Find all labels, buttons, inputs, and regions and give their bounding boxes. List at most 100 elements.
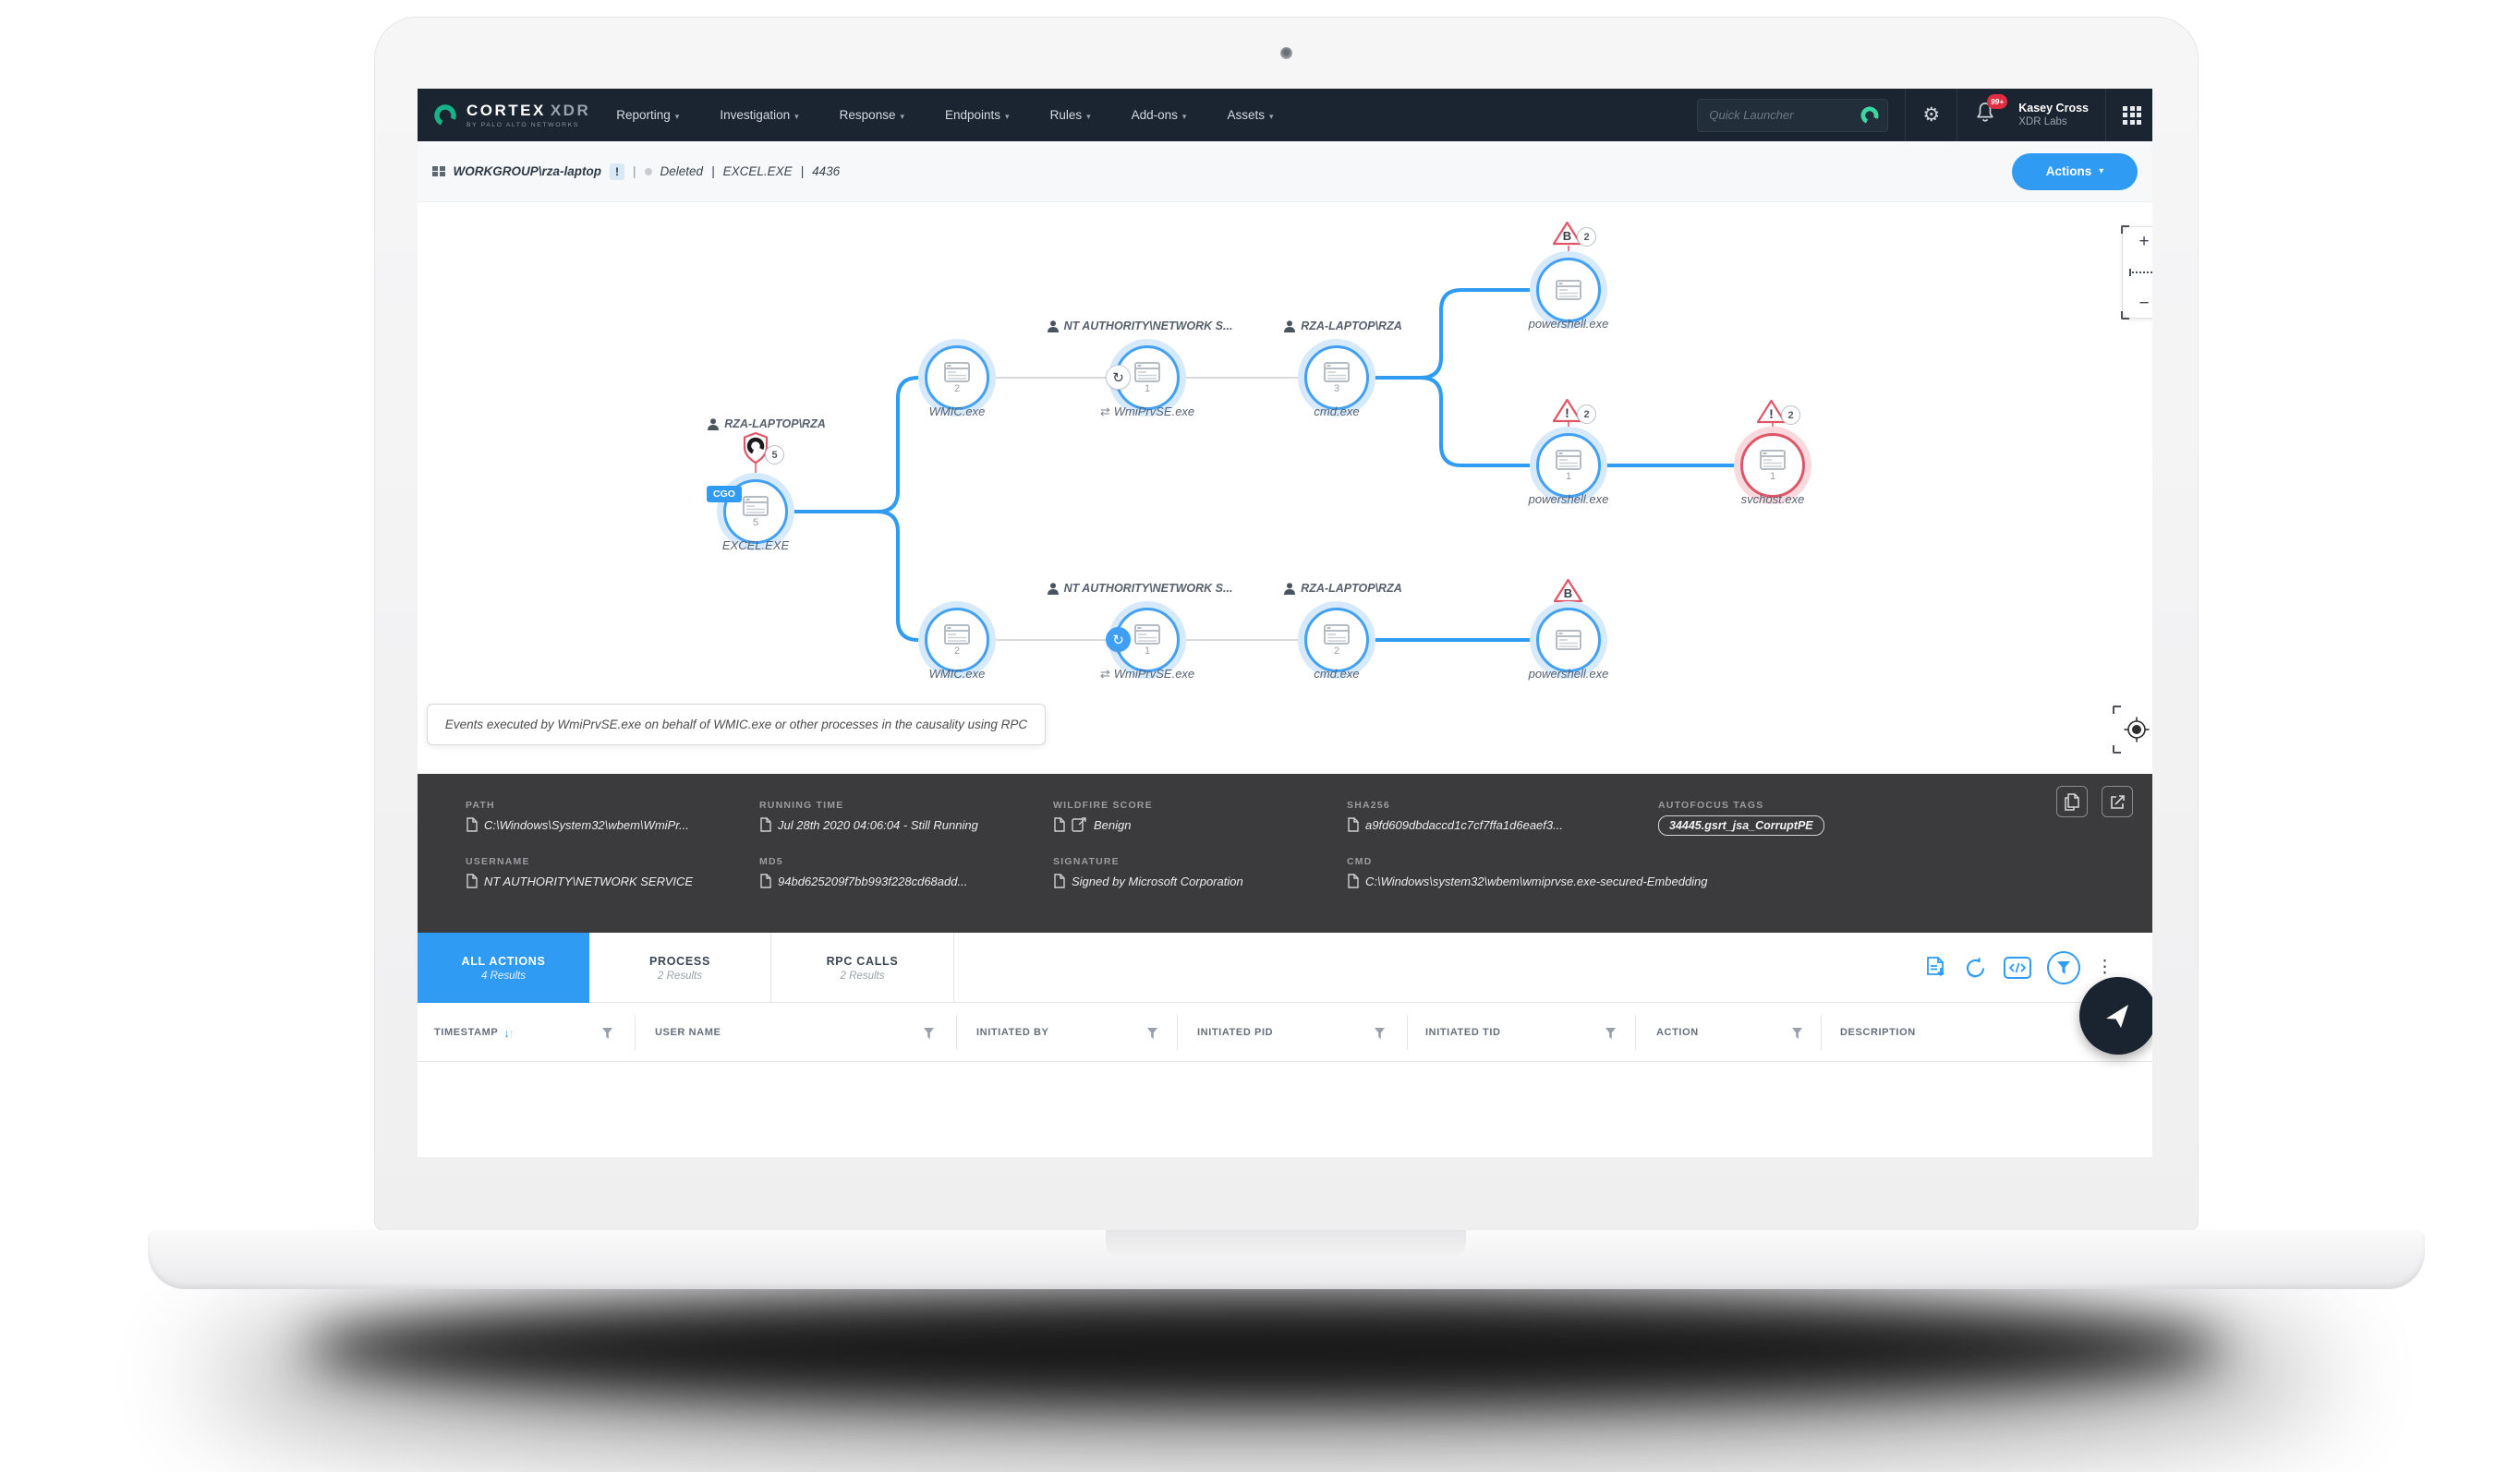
host-alert-badge[interactable]: ! (610, 163, 624, 180)
field-running-time: RUNNING TIME Jul 28th 2020 04:06:04 - St… (759, 800, 1053, 836)
more-options-icon[interactable]: ⋮ (2096, 963, 2114, 972)
filter-icon-initiated-by[interactable] (1147, 1028, 1157, 1039)
process-window-icon (1556, 450, 1581, 470)
process-window-icon (944, 624, 970, 645)
svg-text:!: ! (1769, 406, 1774, 421)
cortex-logo-icon (432, 103, 458, 128)
copy-icon[interactable] (1053, 817, 1065, 832)
filter-icon-initiated-pid[interactable] (1375, 1028, 1385, 1039)
zoom-in-button[interactable]: + (2138, 233, 2149, 250)
menu-item-rules[interactable]: Rules▾ (1050, 108, 1091, 122)
menu-item-add-ons[interactable]: Add-ons▾ (1132, 108, 1187, 122)
user-context-cmd-top: RZA-LAPTOP\RZA (1237, 320, 1449, 332)
brand-name: CORTEXXDR (466, 102, 590, 120)
sort-asc-icon[interactable]: ↑ (508, 1026, 515, 1040)
filter-icon-action[interactable] (1792, 1028, 1802, 1039)
menu-item-response[interactable]: Response▾ (840, 108, 904, 122)
svg-text:!: ! (1565, 405, 1569, 420)
column-description[interactable]: DESCRIPTION (1840, 1003, 1916, 1062)
column-initiated-pid[interactable]: INITIATED PID (1197, 1003, 1273, 1062)
chevron-down-icon: ▾ (675, 112, 680, 121)
copy-icon[interactable] (466, 874, 478, 888)
autofocus-tag[interactable]: 34445.gsrt_jsa_CorruptPE (1658, 815, 1824, 836)
field-autofocus-tags: AUTOFOCUS TAGS 34445.gsrt_jsa_CorruptPE (1658, 800, 2115, 836)
target-icon (2123, 716, 2150, 743)
report-link-icon[interactable] (1072, 817, 1087, 832)
copy-all-button[interactable] (2056, 786, 2088, 817)
node-svchost[interactable]: 1 (1740, 433, 1805, 498)
fit-to-screen-button[interactable] (2114, 707, 2152, 752)
refresh-icon[interactable] (1963, 956, 1988, 981)
column-initiated-tid[interactable]: INITIATED TID (1425, 1003, 1501, 1062)
column-timestamp[interactable]: TIMESTAMP ↓ ↑ (434, 1003, 515, 1062)
filter-icon-timestamp[interactable] (602, 1028, 612, 1039)
user-menu[interactable]: Kasey Cross XDR Labs (2018, 102, 2089, 129)
actions-button[interactable]: Actions ▾ (2012, 153, 2138, 190)
code-view-icon[interactable] (2004, 957, 2031, 979)
chevron-down-icon: ▾ (1005, 112, 1010, 121)
node-cmd-top[interactable]: 3 (1304, 345, 1369, 410)
node-powershell-mid[interactable]: 1 (1536, 433, 1601, 498)
gear-icon[interactable]: ⚙ (1922, 103, 1940, 127)
alert-shield-badge[interactable]: 5 (741, 431, 784, 465)
copy-icon[interactable] (759, 817, 771, 832)
process-window-icon (1760, 450, 1786, 470)
copy-icon[interactable] (466, 817, 478, 832)
export-table-icon[interactable] (1923, 956, 1947, 980)
column-action[interactable]: ACTION (1656, 1003, 1699, 1062)
field-cmd: CMD C:\Windows\system32\wbem\wmiprvse.ex… (1347, 856, 2115, 888)
zoom-out-button[interactable]: − (2138, 295, 2149, 312)
field-md5: MD5 94bd625209f7bb993f228cd68add... (759, 856, 1053, 888)
cgo-tag: CGO (707, 486, 742, 502)
svg-text:B: B (1564, 586, 1572, 600)
tab-rpc-calls[interactable]: RPC CALLS 2 Results (771, 933, 954, 1003)
bioc-badge-powershell-top[interactable]: B 2 (1552, 220, 1596, 247)
filter-icon-initiated-tid[interactable] (1605, 1028, 1616, 1039)
column-user-name[interactable]: USER NAME (655, 1003, 721, 1062)
user-icon (1048, 320, 1059, 332)
field-signature: SIGNATURE Signed by Microsoft Corporatio… (1053, 856, 1347, 888)
rpc-badge-top[interactable]: ↻ (1106, 365, 1131, 390)
process-window-icon (1324, 362, 1350, 382)
bioc-badge-powershell-mid[interactable]: ! 2 (1552, 397, 1596, 424)
tab-process[interactable]: PROCESS 2 Results (589, 933, 771, 1003)
bioc-badge-svchost[interactable]: ! 2 (1756, 398, 1800, 425)
zoom-slider[interactable] (2132, 271, 2152, 273)
tab-all-actions[interactable]: ALL ACTIONS 4 Results (418, 933, 589, 1003)
column-initiated-by[interactable]: INITIATED BY (976, 1003, 1049, 1062)
quick-launcher-input[interactable] (1709, 108, 1860, 122)
copy-icon[interactable] (1053, 874, 1065, 888)
chat-widget-button[interactable] (2079, 977, 2152, 1055)
node-powershell-top[interactable] (1536, 258, 1601, 322)
chevron-down-icon: ▾ (1182, 112, 1187, 121)
node-wmic-top[interactable]: 2 (925, 345, 989, 410)
menu-item-reporting[interactable]: Reporting▾ (616, 108, 679, 122)
node-label-powershell-mid: powershell.exe (1485, 492, 1652, 506)
process-window-icon (743, 496, 769, 516)
breadcrumb-process: EXCEL.EXE (723, 164, 793, 178)
breadcrumb-host[interactable]: WORKGROUP\rza-laptop (454, 164, 602, 178)
user-icon (1284, 583, 1295, 595)
node-powershell-bottom[interactable] (1536, 608, 1601, 672)
menu-item-endpoints[interactable]: Endpoints▾ (945, 108, 1010, 122)
filter-icon-user-name[interactable] (924, 1028, 934, 1039)
menu-item-assets[interactable]: Assets▾ (1227, 108, 1273, 122)
copy-icon[interactable] (1347, 874, 1359, 888)
filter-results-icon[interactable] (2047, 951, 2080, 984)
node-cmd-bottom[interactable]: 2 (1304, 608, 1369, 672)
process-window-icon (1134, 624, 1160, 645)
bioc-badge-powershell-bottom[interactable]: B (1553, 577, 1583, 604)
rpc-badge-bottom-selected[interactable]: ↻ (1106, 627, 1131, 652)
node-wmic-bottom[interactable]: 2 (925, 608, 989, 672)
open-external-button[interactable] (2102, 786, 2133, 817)
quick-launcher[interactable] (1697, 99, 1888, 132)
copy-icon[interactable] (759, 874, 771, 888)
zoom-control[interactable]: + − (2122, 226, 2152, 319)
notifications-bell[interactable]: 99+ (1974, 101, 1996, 129)
breadcrumb-status: Deleted (660, 164, 704, 178)
copy-icon[interactable] (1347, 817, 1359, 832)
process-window-icon (1556, 280, 1581, 300)
cortex-xdr-logo[interactable]: CORTEXXDR BY PALO ALTO NETWORKS (432, 102, 590, 128)
apps-grid-icon[interactable] (2123, 106, 2141, 125)
menu-item-investigation[interactable]: Investigation▾ (720, 108, 798, 122)
